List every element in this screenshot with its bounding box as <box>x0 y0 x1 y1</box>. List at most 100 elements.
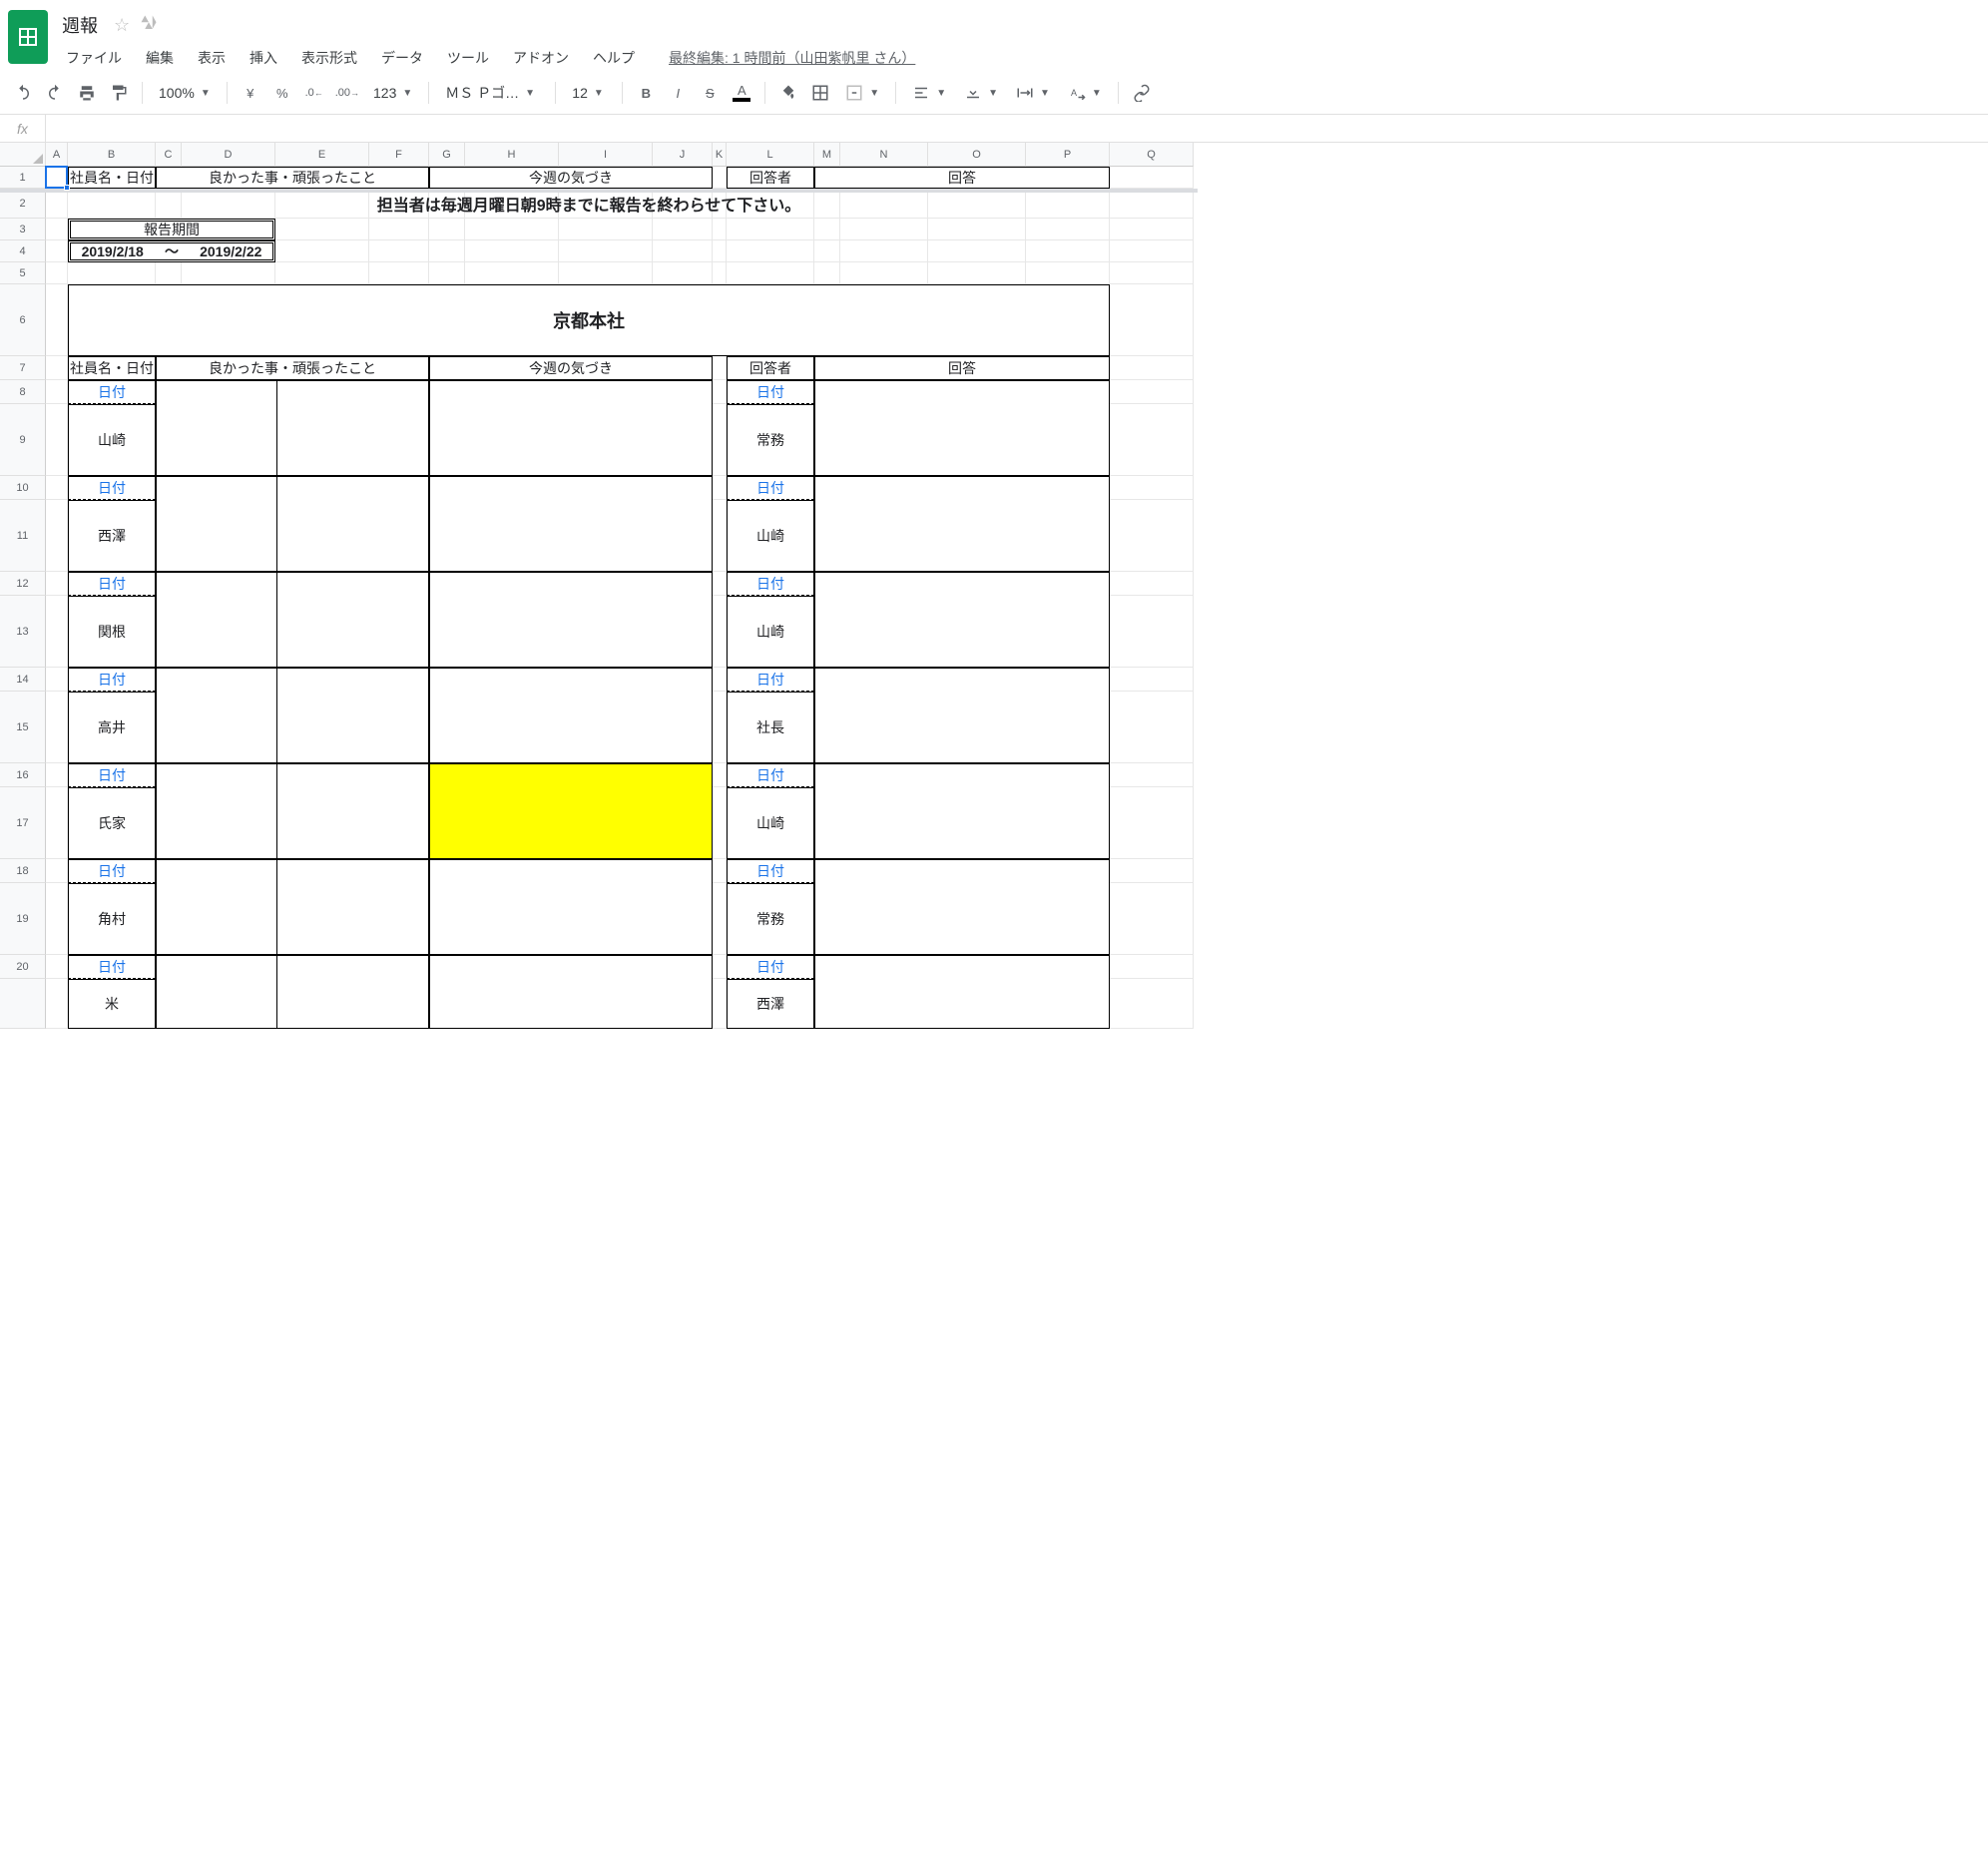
cell[interactable] <box>429 189 465 219</box>
menu-insert[interactable]: 挿入 <box>240 44 287 72</box>
cell[interactable] <box>713 240 727 262</box>
cell[interactable] <box>840 219 928 240</box>
cell[interactable] <box>429 262 465 284</box>
row-header[interactable]: 8 <box>0 380 46 404</box>
vertical-align-button[interactable]: ▼ <box>956 78 1006 108</box>
cell[interactable] <box>713 500 727 572</box>
cell[interactable] <box>1110 596 1194 668</box>
col-header[interactable]: H <box>465 143 559 167</box>
cell[interactable] <box>46 356 68 380</box>
sheets-app-icon[interactable] <box>8 10 48 64</box>
cell[interactable] <box>727 189 814 219</box>
cell[interactable] <box>1110 189 1194 219</box>
cell[interactable] <box>46 240 68 262</box>
cell[interactable] <box>46 955 68 979</box>
bold-button[interactable]: B <box>631 78 661 108</box>
cell[interactable] <box>1026 219 1110 240</box>
row-header[interactable]: 20 <box>0 955 46 979</box>
cell[interactable] <box>1110 859 1194 883</box>
col-header[interactable]: E <box>275 143 369 167</box>
cell[interactable] <box>1110 284 1194 356</box>
cell[interactable] <box>46 668 68 692</box>
col-header[interactable]: N <box>840 143 928 167</box>
col-header[interactable]: O <box>928 143 1026 167</box>
cell[interactable] <box>814 262 840 284</box>
row-header[interactable]: 5 <box>0 262 46 284</box>
cell[interactable] <box>653 262 713 284</box>
cell[interactable] <box>713 692 727 763</box>
cell[interactable] <box>369 240 429 262</box>
cell[interactable] <box>46 284 68 356</box>
menu-file[interactable]: ファイル <box>56 44 132 72</box>
cell[interactable] <box>713 668 727 692</box>
borders-button[interactable] <box>805 78 835 108</box>
cell[interactable] <box>713 356 727 380</box>
row-header[interactable]: 17 <box>0 787 46 859</box>
select-all-corner[interactable] <box>0 143 46 167</box>
cell[interactable] <box>1110 500 1194 572</box>
cell[interactable] <box>653 219 713 240</box>
cell[interactable] <box>713 763 727 787</box>
menu-tools[interactable]: ツール <box>437 44 499 72</box>
italic-button[interactable]: I <box>663 78 693 108</box>
col-header[interactable]: D <box>182 143 275 167</box>
cell[interactable] <box>1110 883 1194 955</box>
text-wrap-button[interactable]: ▼ <box>1008 78 1058 108</box>
row-header[interactable]: 10 <box>0 476 46 500</box>
cell[interactable] <box>46 692 68 763</box>
cell[interactable] <box>429 219 465 240</box>
cell[interactable] <box>46 500 68 572</box>
spreadsheet-grid[interactable]: A B C D E F G H I J K L M N O P Q 123456… <box>0 143 1988 1029</box>
cell[interactable] <box>840 240 928 262</box>
cell[interactable] <box>713 380 727 404</box>
menu-addons[interactable]: アドオン <box>503 44 579 72</box>
col-header[interactable]: G <box>429 143 465 167</box>
cell[interactable] <box>275 219 369 240</box>
cell[interactable] <box>713 572 727 596</box>
cell[interactable] <box>1110 668 1194 692</box>
cell[interactable] <box>46 596 68 668</box>
cell[interactable] <box>369 189 429 219</box>
cell[interactable] <box>46 189 68 219</box>
cell[interactable] <box>46 167 68 189</box>
row-header[interactable]: 1 <box>0 167 46 189</box>
cell[interactable] <box>68 262 156 284</box>
cell[interactable] <box>713 955 727 979</box>
print-button[interactable] <box>72 78 102 108</box>
row-header[interactable]: 14 <box>0 668 46 692</box>
cell[interactable] <box>46 883 68 955</box>
cell[interactable] <box>1026 240 1110 262</box>
cell[interactable] <box>713 167 727 189</box>
cell[interactable] <box>46 572 68 596</box>
cell[interactable] <box>1110 979 1194 1029</box>
cell[interactable] <box>46 763 68 787</box>
cell[interactable] <box>1110 787 1194 859</box>
text-color-button[interactable]: A <box>727 78 756 108</box>
col-header[interactable]: J <box>653 143 713 167</box>
cell[interactable] <box>928 189 1026 219</box>
row-header[interactable]: 6 <box>0 284 46 356</box>
row-header[interactable]: 19 <box>0 883 46 955</box>
insert-link-button[interactable] <box>1127 78 1157 108</box>
cell[interactable] <box>814 240 840 262</box>
percent-button[interactable]: % <box>267 78 297 108</box>
increase-decimal-button[interactable]: .00→ <box>331 78 363 108</box>
cell[interactable] <box>840 189 928 219</box>
strikethrough-button[interactable]: S <box>695 78 725 108</box>
cell[interactable] <box>1110 356 1194 380</box>
menu-view[interactable]: 表示 <box>188 44 236 72</box>
cell[interactable] <box>275 189 369 219</box>
col-header[interactable]: K <box>713 143 727 167</box>
font-size-select[interactable]: 12▼ <box>564 78 614 108</box>
number-format-select[interactable]: 123▼ <box>365 78 420 108</box>
row-header[interactable]: 15 <box>0 692 46 763</box>
row-header[interactable]: 18 <box>0 859 46 883</box>
cell[interactable] <box>928 262 1026 284</box>
cell[interactable] <box>182 189 275 219</box>
currency-button[interactable]: ¥ <box>236 78 265 108</box>
row-header[interactable]: 4 <box>0 240 46 262</box>
cell[interactable] <box>653 189 713 219</box>
doc-title[interactable]: 週報 <box>56 10 104 40</box>
cell[interactable] <box>653 240 713 262</box>
cell[interactable] <box>465 189 559 219</box>
